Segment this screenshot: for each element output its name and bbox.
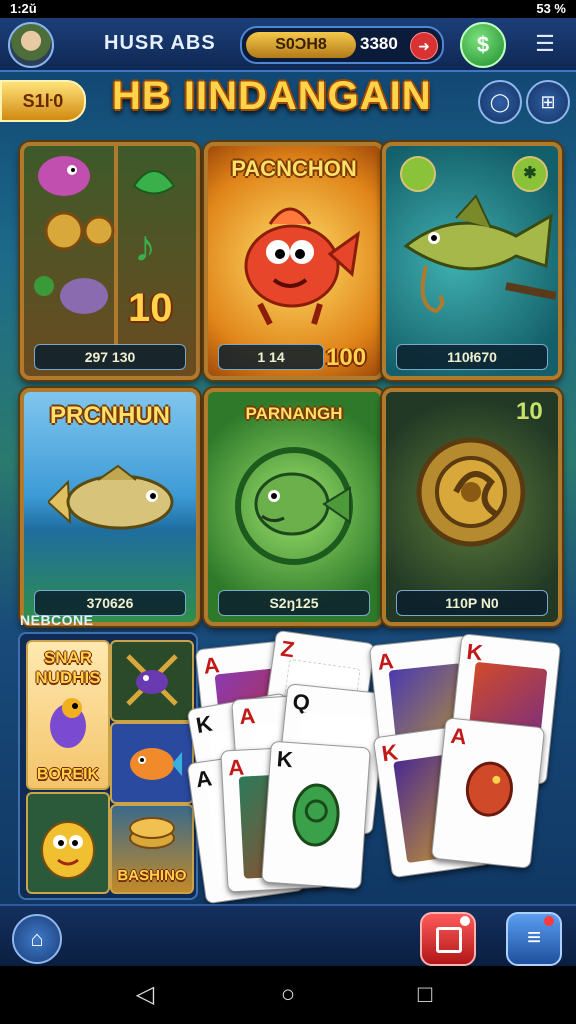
playing-card[interactable]: K (261, 740, 371, 890)
crossed-swords-fish-icon (126, 654, 178, 706)
circle-icon[interactable]: ◯ (478, 80, 522, 124)
badge-dot-icon (544, 916, 554, 926)
messages-button[interactable]: ≡ (506, 912, 562, 966)
bottom-bar: ⌂ ≡ (0, 904, 576, 968)
badge-dot-icon (460, 916, 470, 926)
grid-icon[interactable]: ⊞ (526, 80, 570, 124)
parrot-icon (50, 698, 86, 748)
notification-button[interactable] (420, 912, 476, 966)
balance-box: S0ƆH8 3380 ➜ (240, 26, 444, 64)
svg-text:♪: ♪ (134, 222, 156, 271)
game-card-label: 110ł670 (396, 344, 548, 370)
game-card[interactable]: PARNANGH S2ŋ125 (204, 388, 384, 626)
back-icon[interactable]: ◁ (130, 980, 160, 1010)
menu-icon[interactable]: ☰ (524, 28, 566, 60)
system-nav-bar: ◁ ○ □ (0, 966, 576, 1024)
game-card-title: PARNANGH (245, 404, 343, 423)
card-rank: K (275, 746, 294, 773)
mini-tile[interactable] (26, 792, 110, 894)
cartoon-fish-icon (41, 821, 95, 879)
coin-label: S0ƆH8 (246, 32, 356, 58)
status-bar: 1:2ŭ 53 % (0, 0, 576, 18)
mini-tile-caption: BASHINO (117, 867, 187, 884)
card-badge: 10 (516, 398, 543, 425)
balance-value: 3380 (360, 34, 398, 53)
green-dragon-icon (292, 783, 340, 847)
game-card-title: PRCNHUN (50, 402, 170, 429)
mini-tile[interactable] (110, 640, 194, 722)
game-card-label: 110P N0 (396, 590, 548, 616)
card-table: A Z K A Q A A K A K K A (186, 629, 572, 905)
game-card-label: 1 14 (218, 344, 324, 370)
green-fish-icon (235, 447, 353, 565)
game-card-label: S2ŋ125 (218, 590, 370, 616)
recents-icon[interactable]: □ (410, 980, 440, 1010)
card-rank: A (449, 722, 468, 750)
window-icon (436, 927, 462, 953)
mini-tile-caption: BOREIK (36, 766, 100, 783)
mini-game-grid: SNAR NUDHIS BOREIK BASHINO (18, 632, 198, 900)
golden-emblem-icon (416, 437, 526, 547)
mini-tile-title: SNAR NUDHIS (35, 648, 101, 687)
coin-pill[interactable]: S1ŀ0 (0, 80, 86, 122)
dollar-icon[interactable]: $ (460, 22, 506, 68)
home-icon[interactable]: ⌂ (12, 914, 62, 964)
mini-tile[interactable]: SNAR NUDHIS BOREIK (26, 640, 110, 790)
home-circle-icon[interactable]: ○ (273, 980, 303, 1010)
game-card[interactable]: ✱ 110ł670 (382, 142, 562, 380)
bass-fish-icon (48, 464, 174, 530)
card-badge: 10 (128, 286, 173, 330)
username: HUSR ABS (104, 32, 216, 54)
status-time: 1:2ŭ (10, 1, 37, 16)
game-card[interactable]: ♪ 10 297 130 (20, 142, 200, 380)
rainbow-fish-icon (130, 748, 182, 780)
gold-coins-icon (129, 817, 175, 849)
list-icon: ≡ (526, 924, 541, 951)
game-card[interactable]: PACNCHON 100 1 14 (204, 142, 384, 380)
game-card-title: PACNCHON (231, 156, 357, 181)
pike-fish-icon (403, 194, 556, 314)
page-title: HB IINDANGAIN (112, 74, 432, 118)
game-card[interactable]: PRCNHUN 370626 (20, 388, 200, 626)
game-card[interactable]: 10 110P N0 (382, 388, 562, 626)
playing-card[interactable]: A (430, 717, 546, 869)
card-badge: 100 (326, 344, 367, 371)
mini-tile[interactable]: BASHINO (110, 804, 194, 894)
red-dragon-icon (465, 761, 513, 817)
add-coins-icon[interactable]: ➜ (410, 32, 438, 60)
red-fish-icon (244, 207, 360, 326)
top-bar: HUSR ABS S0ƆH8 3380 ➜ $ ☰ (0, 18, 576, 72)
mini-tile[interactable] (110, 722, 194, 804)
section-label: NEBCONE (20, 612, 94, 628)
game-card-label: 297 130 (34, 344, 186, 370)
status-battery: 53 % (536, 1, 566, 16)
avatar[interactable] (8, 22, 54, 68)
